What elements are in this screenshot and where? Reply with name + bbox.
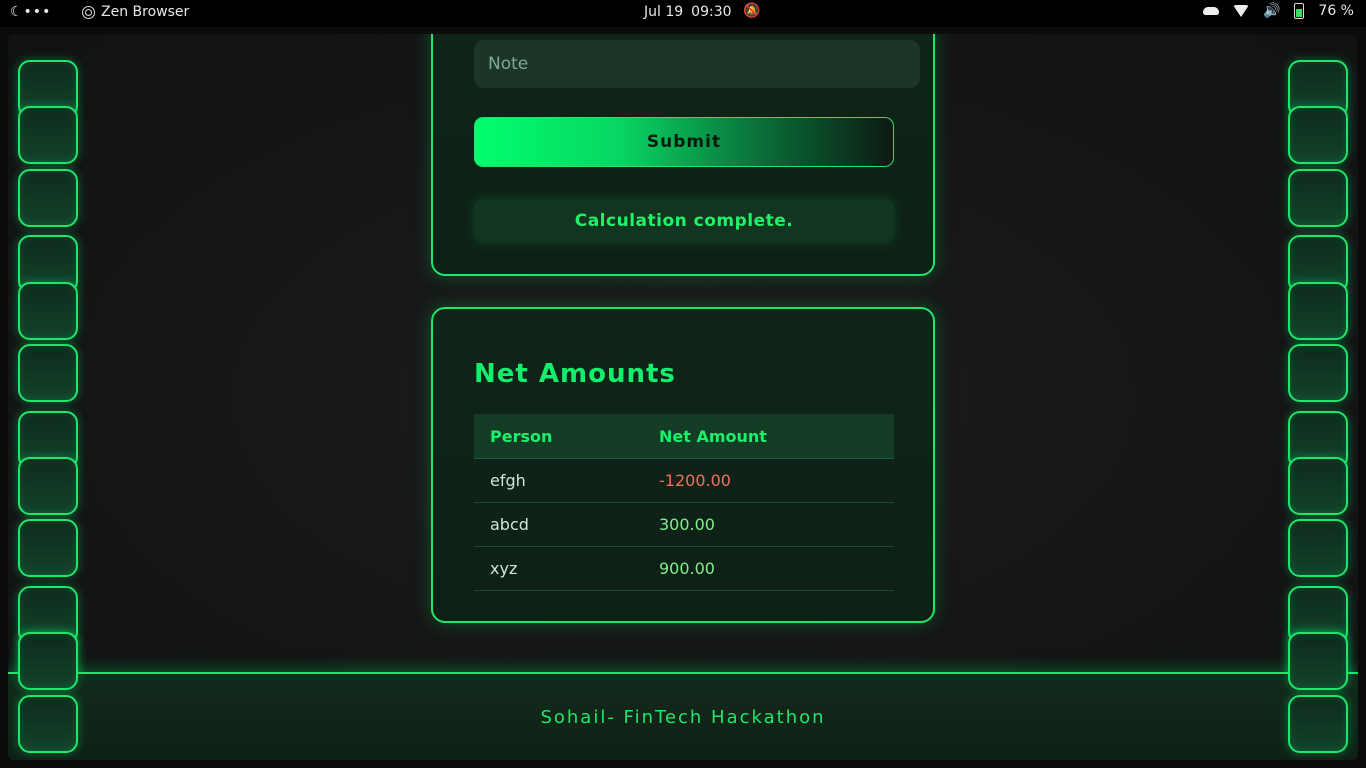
browser-content: Submit Calculation complete. Net Amounts… (8, 34, 1358, 760)
column-header-person: Person (474, 414, 643, 459)
battery-percentage: 76 % (1318, 3, 1354, 19)
decorative-tile (18, 632, 78, 690)
net-amounts-title: Net Amounts (474, 359, 676, 389)
battery-icon (1294, 3, 1305, 19)
decorative-tile (1288, 344, 1348, 402)
activities-button[interactable]: ☾••• (10, 4, 51, 20)
person-cell: abcd (474, 502, 643, 547)
person-cell: efgh (474, 458, 643, 503)
decorative-tile (18, 282, 78, 340)
net-amount-cell: 900.00 (643, 546, 894, 591)
decorative-tile (1288, 282, 1348, 340)
system-top-bar: ☾••• Zen Browser Jul 19 09:30 🔕 🔊 76 % (0, 0, 1366, 27)
decorative-tile (18, 457, 78, 515)
clock[interactable]: Jul 19 09:30 (644, 4, 732, 20)
net-amount-cell: -1200.00 (643, 458, 894, 503)
person-cell: xyz (474, 546, 643, 591)
app-menu[interactable]: Zen Browser (82, 4, 189, 20)
expense-form-card: Submit Calculation complete. (431, 34, 935, 276)
cloud-icon (1202, 7, 1219, 15)
note-input[interactable] (474, 40, 920, 88)
net-amount-cell: 300.00 (643, 502, 894, 547)
zen-browser-icon (82, 5, 95, 19)
decorative-tile (1288, 695, 1348, 753)
decorative-tile (1288, 457, 1348, 515)
table-row: abcd 300.00 (474, 502, 894, 547)
notifications-muted-icon: 🔕 (743, 3, 761, 19)
decorative-tile (18, 695, 78, 753)
net-amounts-table: Person Net Amount efgh -1200.00 abcd 300… (474, 414, 894, 591)
table-header-row: Person Net Amount (474, 414, 894, 459)
system-tray[interactable]: 🔊 76 % (1202, 3, 1354, 19)
column-header-net-amount: Net Amount (643, 414, 894, 459)
decorative-tile (18, 106, 78, 164)
wifi-icon (1232, 5, 1249, 17)
page-footer: Sohail- FinTech Hackathon (8, 672, 1358, 760)
app-name: Zen Browser (101, 4, 190, 20)
submit-button[interactable]: Submit (474, 117, 894, 167)
decorative-tile (18, 519, 78, 577)
decorative-tile (1288, 106, 1348, 164)
decorative-tile (1288, 169, 1348, 227)
volume-icon: 🔊 (1262, 3, 1281, 19)
net-amounts-card: Net Amounts Person Net Amount efgh -1200… (431, 307, 935, 623)
decorative-tile (1288, 519, 1348, 577)
footer-text: Sohail- FinTech Hackathon (540, 707, 826, 728)
table-row: efgh -1200.00 (474, 458, 894, 503)
decorative-tile (1288, 632, 1348, 690)
decorative-tile (18, 169, 78, 227)
table-row: xyz 900.00 (474, 546, 894, 591)
decorative-tile (18, 344, 78, 402)
status-message: Calculation complete. (474, 199, 894, 243)
clock-time: 09:30 (691, 4, 732, 20)
clock-date: Jul 19 (644, 4, 684, 20)
